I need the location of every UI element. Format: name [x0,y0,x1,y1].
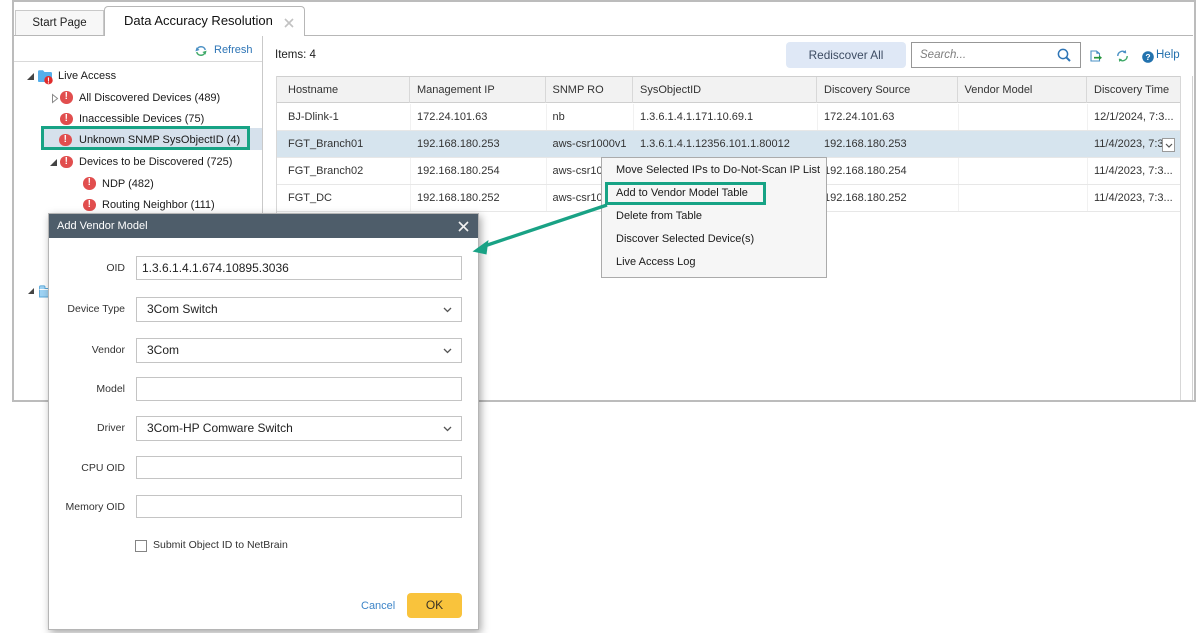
svg-text:?: ? [1145,52,1150,62]
svg-text:!: ! [47,76,50,85]
